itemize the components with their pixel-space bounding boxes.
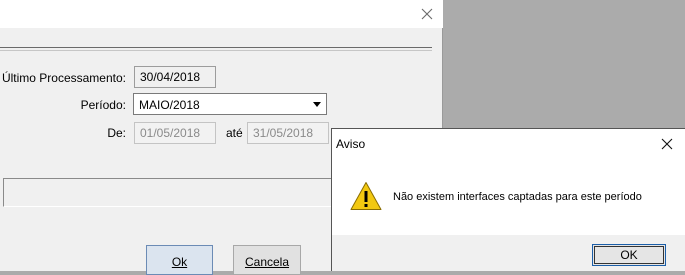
warning-icon — [350, 182, 382, 210]
aviso-ok-label: OK — [620, 248, 638, 262]
aviso-dialog: Aviso Não existem interfaces captadas pa… — [331, 128, 685, 271]
ok-button-label: Ok — [171, 255, 188, 269]
cancela-button-label: Cancela — [244, 255, 290, 269]
ate-label: até — [226, 126, 243, 140]
periodo-label: Período: — [80, 98, 126, 112]
separator — [0, 47, 432, 48]
ate-date-field: 31/05/2018 — [247, 122, 329, 144]
periodo-select-value: MAIO/2018 — [139, 98, 200, 112]
periodo-select[interactable]: MAIO/2018 — [133, 93, 327, 115]
aviso-title: Aviso — [336, 137, 366, 151]
aviso-message: Não existem interfaces captadas para est… — [393, 191, 642, 203]
chevron-down-icon — [312, 101, 321, 107]
periodo-dropdown-button[interactable] — [308, 95, 325, 113]
separator — [0, 50, 432, 51]
aviso-ok-button[interactable]: OK — [592, 244, 666, 266]
ultimo-processamento-field: 30/04/2018 — [134, 66, 216, 88]
close-icon — [661, 138, 673, 150]
aviso-titlebar: Aviso — [332, 129, 685, 159]
ultimo-processamento-label: Último Processamento: — [1, 71, 126, 85]
close-icon — [421, 8, 433, 20]
main-close-button[interactable] — [416, 4, 438, 24]
main-titlebar — [0, 0, 443, 28]
aviso-close-button[interactable] — [656, 134, 678, 154]
de-date-field: 01/05/2018 — [134, 122, 216, 144]
de-label: De: — [107, 126, 126, 140]
aviso-body: Não existem interfaces captadas para est… — [332, 159, 685, 235]
